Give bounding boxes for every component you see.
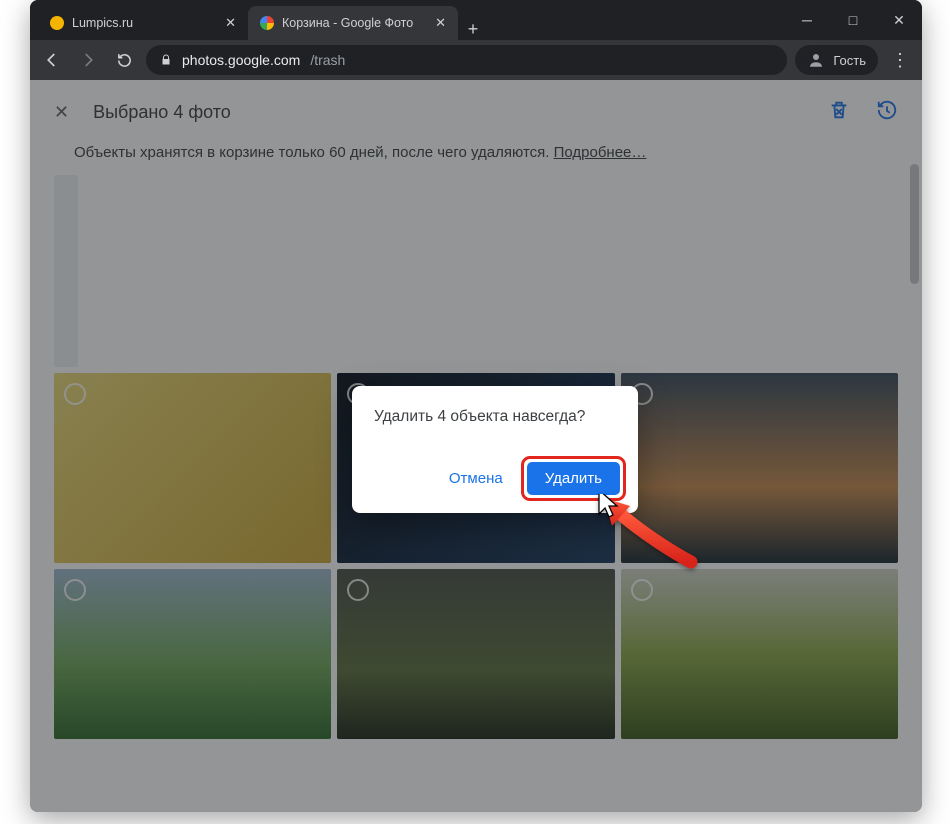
cancel-button[interactable]: Отмена	[439, 462, 513, 495]
close-window-button[interactable]: ✕	[876, 0, 922, 40]
confirm-delete-button[interactable]: Удалить	[527, 462, 620, 495]
titlebar: Lumpics.ru ✕ Корзина - Google Фото ✕ + ─…	[30, 0, 922, 40]
dialog-message: Удалить 4 объекта навсегда?	[374, 408, 626, 426]
favicon-icon	[50, 16, 64, 30]
back-button[interactable]	[38, 46, 66, 74]
minimize-button[interactable]: ─	[784, 0, 830, 40]
browser-toolbar: photos.google.com/trash Гость ⋮	[30, 40, 922, 80]
tab-label: Lumpics.ru	[72, 16, 133, 30]
browser-window: Lumpics.ru ✕ Корзина - Google Фото ✕ + ─…	[30, 0, 922, 812]
person-icon	[807, 51, 825, 69]
url-path: /trash	[310, 52, 345, 68]
address-bar[interactable]: photos.google.com/trash	[146, 45, 787, 75]
browser-menu-button[interactable]: ⋮	[886, 50, 914, 71]
lock-icon	[160, 54, 172, 66]
profile-guest-chip[interactable]: Гость	[795, 45, 878, 75]
tab-label: Корзина - Google Фото	[282, 16, 413, 30]
url-host: photos.google.com	[182, 52, 300, 68]
tab-lumpics[interactable]: Lumpics.ru ✕	[38, 6, 248, 40]
tab-google-photos-trash[interactable]: Корзина - Google Фото ✕	[248, 6, 458, 40]
close-tab-icon[interactable]: ✕	[435, 15, 446, 31]
annotation-highlight: Удалить	[521, 456, 626, 501]
close-tab-icon[interactable]: ✕	[225, 15, 236, 31]
guest-label: Гость	[833, 53, 866, 68]
forward-button[interactable]	[74, 46, 102, 74]
favicon-icon	[260, 16, 274, 30]
new-tab-button[interactable]: +	[458, 19, 488, 40]
window-controls: ─ □ ✕	[784, 0, 922, 40]
maximize-button[interactable]: □	[830, 0, 876, 40]
confirm-delete-dialog: Удалить 4 объекта навсегда? Отмена Удали…	[352, 386, 638, 513]
reload-button[interactable]	[110, 46, 138, 74]
